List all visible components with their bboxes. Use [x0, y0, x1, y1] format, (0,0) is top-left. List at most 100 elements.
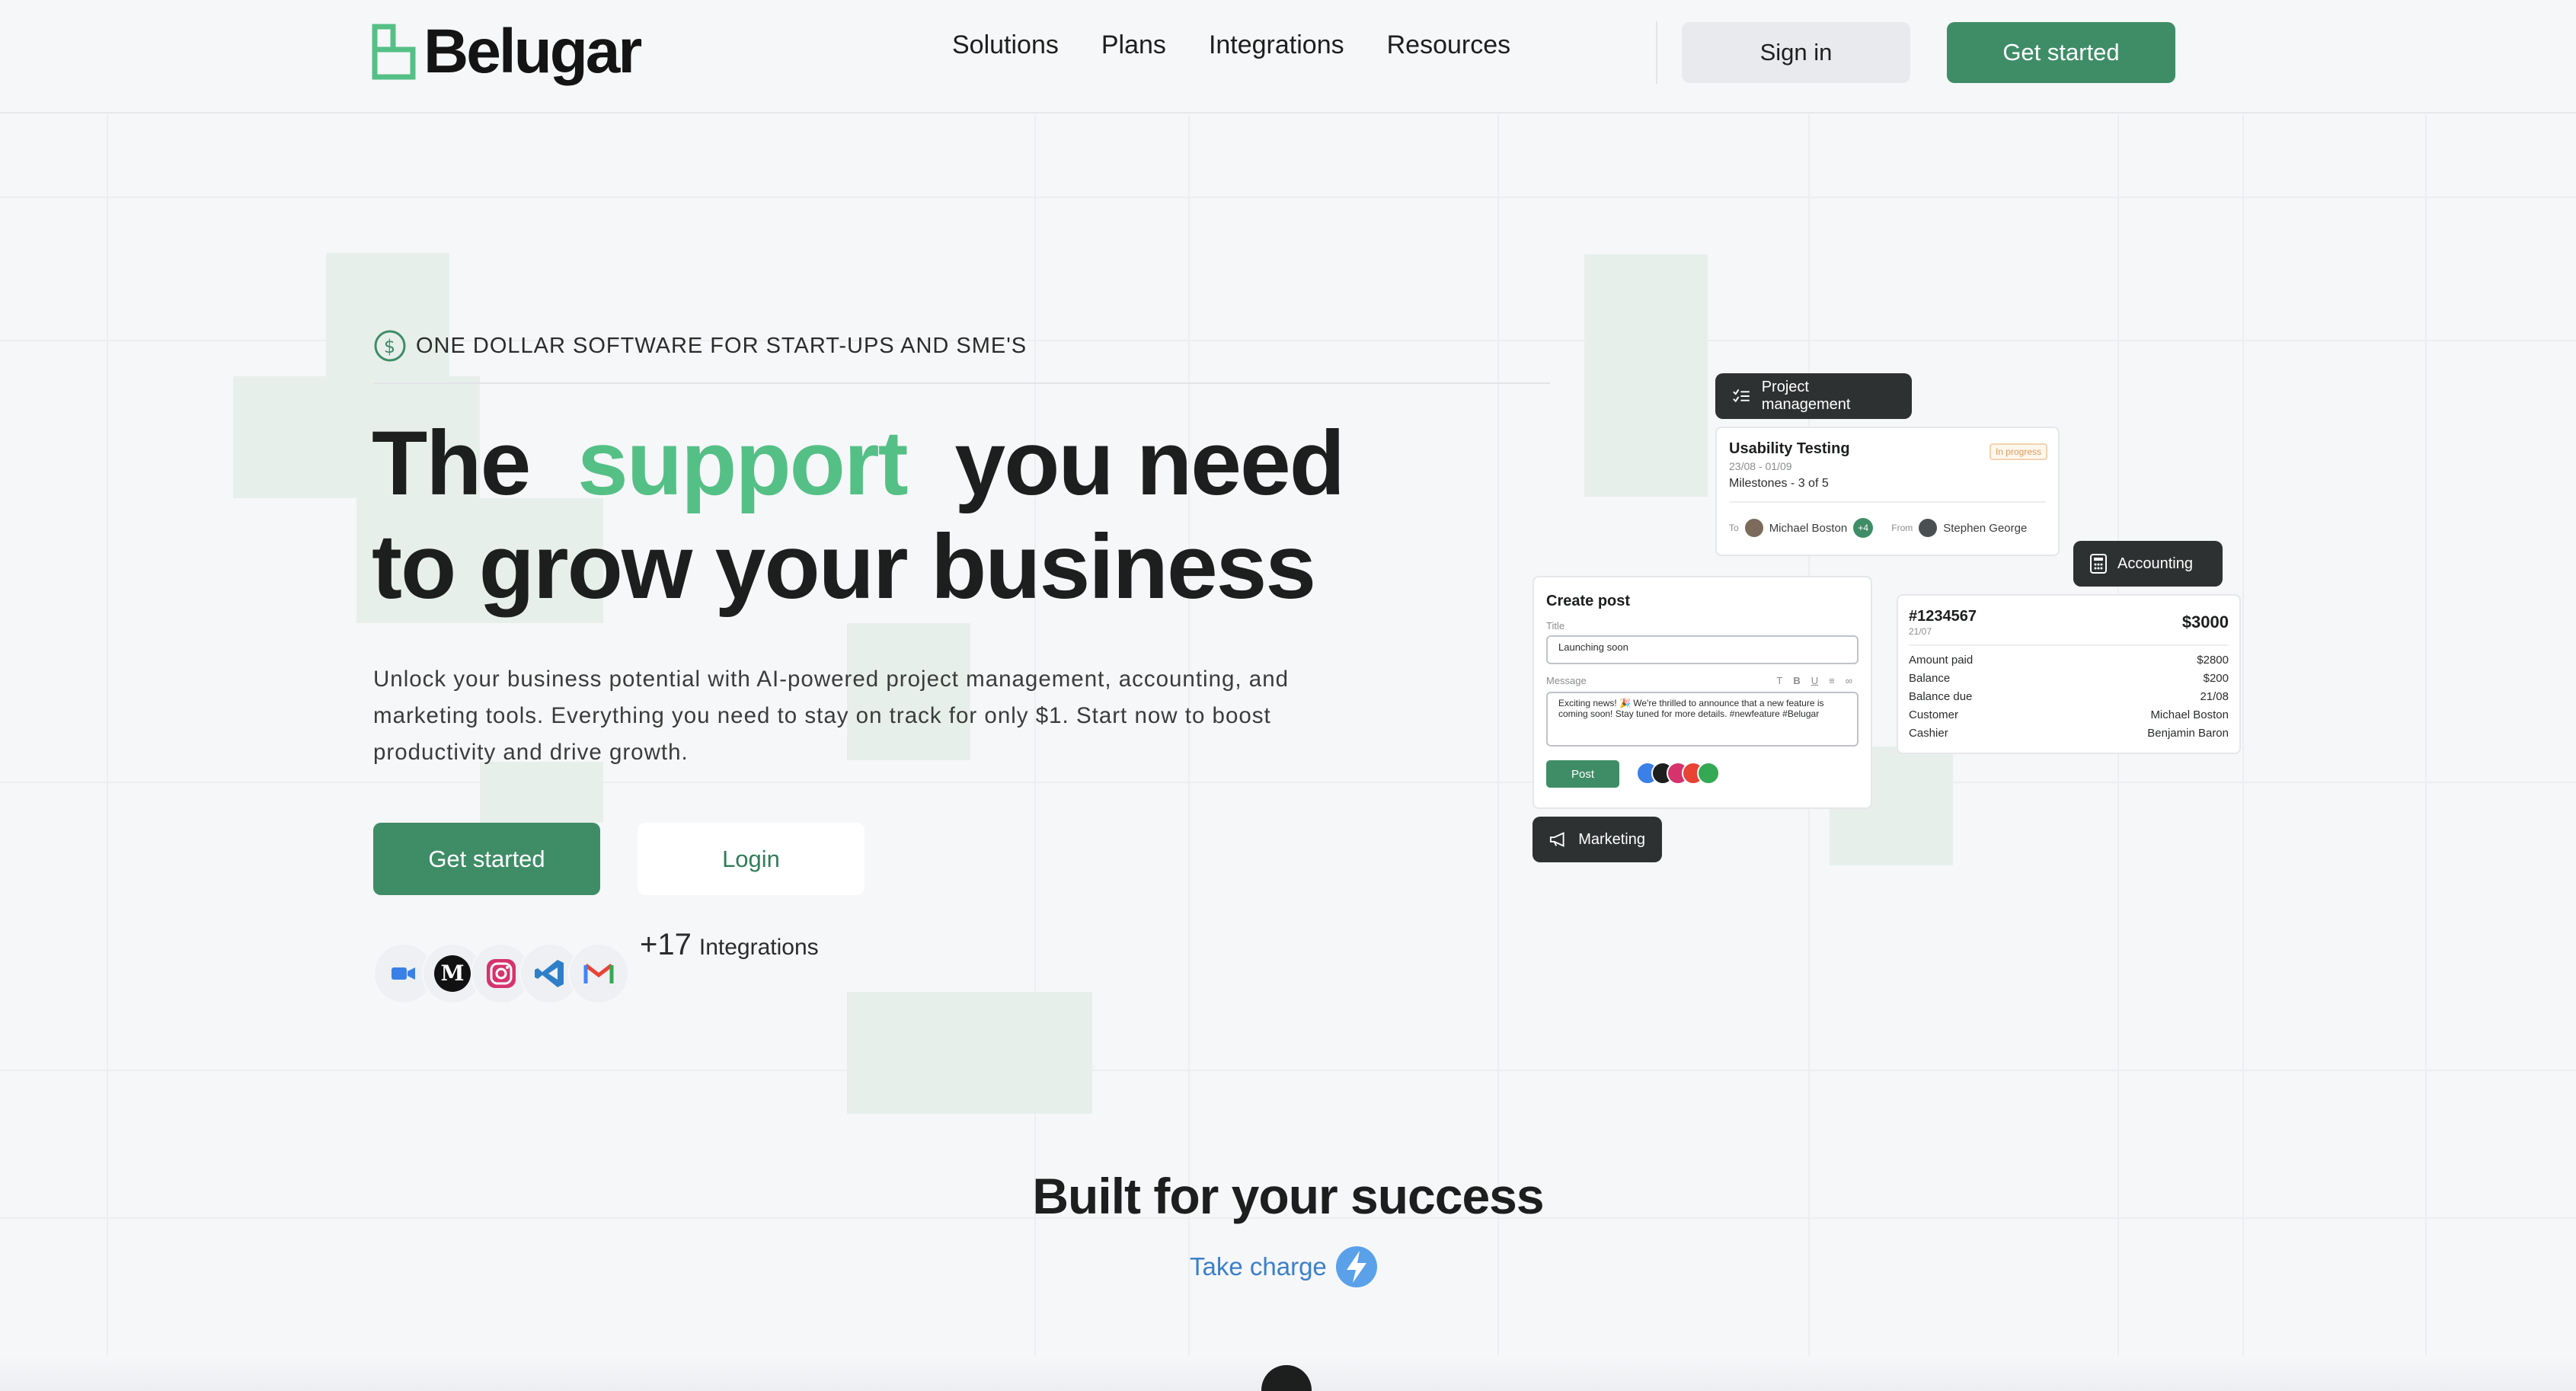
title-post: you need: [954, 412, 1345, 514]
row-label: Cashier: [1909, 727, 1948, 740]
row-value: $200: [2203, 672, 2229, 685]
link-icon[interactable]: ∞: [1846, 675, 1852, 686]
accounting-label: Accounting: [2117, 555, 2193, 572]
brand-logo[interactable]: Belugar: [372, 17, 642, 86]
from-name: Stephen George: [1943, 521, 2028, 535]
site-header: Belugar Solutions Plans Integrations Res…: [0, 0, 2576, 114]
avatar: [1744, 519, 1763, 537]
nav-integrations[interactable]: Integrations: [1209, 30, 1344, 60]
header-divider: [1656, 21, 1657, 84]
grid-line: [0, 197, 2576, 198]
sign-in-button[interactable]: Sign in: [1682, 22, 1910, 83]
invoice-id: #1234567: [1909, 608, 1977, 625]
dollar-circle-icon: $: [374, 330, 406, 362]
decor-square: [480, 762, 603, 823]
post-message-input[interactable]: Exciting news! 🎉 We're thrilled to annou…: [1546, 692, 1858, 747]
nav-solutions[interactable]: Solutions: [952, 30, 1059, 60]
project-assignment: To Michael Boston +4 From Stephen George: [1729, 518, 2027, 538]
post-title-input[interactable]: Launching soon: [1546, 635, 1858, 664]
whatsapp-icon[interactable]: [1697, 762, 1720, 785]
social-channel-icons: [1636, 762, 1720, 785]
invoice-row: Amount paid $2800: [1909, 654, 2229, 667]
hero-tagline: $ ONE DOLLAR SOFTWARE FOR START-UPS AND …: [373, 329, 1027, 363]
invoice-date: 21/07: [1909, 626, 1932, 637]
grid-line: [0, 1070, 2576, 1071]
project-card: Usability Testing In progress 23/08 - 01…: [1715, 427, 2060, 556]
svg-text:$: $: [384, 336, 396, 357]
row-label: Amount paid: [1909, 654, 1974, 667]
tagline-divider: [373, 382, 1550, 384]
take-charge-link[interactable]: Take charge: [1190, 1245, 1379, 1289]
title-pre: The: [372, 412, 531, 514]
logo-mark-icon: [372, 24, 416, 80]
project-dates: 23/08 - 01/09: [1729, 460, 1792, 472]
take-charge-label: Take charge: [1190, 1252, 1327, 1281]
project-management-pill: Project management: [1715, 373, 1912, 419]
decor-square: [1584, 254, 1708, 497]
list-icon[interactable]: ≡: [1829, 675, 1835, 686]
title-accent: support: [577, 412, 909, 514]
checklist-icon: [1733, 389, 1750, 403]
integration-count-number: +17: [640, 928, 692, 961]
invoice-row: Customer Michael Boston: [1909, 708, 2229, 721]
create-post-title: Create post: [1546, 593, 1631, 609]
marketing-pill: Marketing: [1532, 817, 1662, 862]
underline-icon[interactable]: U: [1811, 675, 1818, 686]
status-badge: In progress: [1989, 443, 2047, 460]
integration-count-label: Integrations: [698, 935, 819, 960]
brand-name: Belugar: [423, 17, 642, 86]
bold-icon[interactable]: B: [1793, 675, 1800, 686]
extra-assignees-badge: +4: [1853, 518, 1874, 538]
megaphone-icon: [1549, 832, 1564, 847]
invoice-row: Balance $200: [1909, 672, 2229, 685]
main-nav: Solutions Plans Integrations Resources: [952, 30, 1510, 60]
svg-text:M: M: [441, 961, 465, 986]
gmail-icon[interactable]: [568, 943, 629, 1004]
card-divider: [1729, 501, 2046, 503]
page: Belugar Solutions Plans Integrations Res…: [0, 0, 2576, 1391]
integration-count: +17 Integrations: [640, 928, 819, 962]
nav-plans[interactable]: Plans: [1101, 30, 1166, 60]
decor-square: [847, 992, 1092, 1114]
post-message-label: Message: [1546, 675, 1587, 686]
row-label: Customer: [1909, 708, 1959, 721]
invoice-row: Balance due 21/08: [1909, 690, 2229, 703]
row-value: Benjamin Baron: [2147, 727, 2229, 740]
nav-resources[interactable]: Resources: [1387, 30, 1511, 60]
project-title: Usability Testing: [1729, 440, 1850, 457]
formatting-toolbar: T B U ≡ ∞: [1776, 675, 1852, 686]
section-title: Built for your success: [1032, 1168, 1544, 1224]
calculator-icon: [2090, 554, 2107, 574]
to-label: To: [1729, 523, 1739, 533]
row-label: Balance due: [1909, 690, 1973, 703]
invoice-row: Cashier Benjamin Baron: [1909, 727, 2229, 740]
get-started-button[interactable]: Get started: [373, 823, 600, 895]
login-button[interactable]: Login: [638, 823, 865, 895]
integration-icons: M: [373, 943, 629, 1004]
hero-lead: Unlock your business potential with AI-p…: [373, 667, 1290, 765]
accounting-card: #1234567 21/07 $3000 Amount paid $2800 Ba…: [1897, 594, 2241, 754]
project-milestones: Milestones - 3 of 5: [1729, 477, 1829, 490]
create-post-card: Create post Title Launching soon Message…: [1532, 576, 1872, 809]
row-label: Balance: [1909, 672, 1951, 685]
title-line2: to grow your business: [372, 516, 1316, 618]
header-get-started-button[interactable]: Get started: [1947, 22, 2175, 83]
invoice-total: $3000: [2181, 612, 2229, 632]
row-value: $2800: [2197, 654, 2229, 667]
project-management-label: Project management: [1761, 379, 1851, 413]
card-divider: [1909, 644, 2229, 646]
to-name: Michael Boston: [1769, 521, 1848, 535]
text-format-icon[interactable]: T: [1776, 675, 1782, 686]
marketing-label: Marketing: [1578, 830, 1645, 848]
from-label: From: [1891, 523, 1913, 533]
row-value: 21/08: [2200, 690, 2229, 703]
accounting-pill: Accounting: [2073, 541, 2223, 587]
tagline-text: ONE DOLLAR SOFTWARE FOR START-UPS AND SM…: [416, 333, 1028, 358]
lightning-icon: [1335, 1246, 1377, 1287]
post-title-label: Title: [1546, 620, 1565, 632]
row-value: Michael Boston: [2150, 708, 2229, 721]
grid-line: [0, 782, 2576, 783]
hero-title: The support you need to grow your busine…: [372, 411, 1345, 619]
avatar: [1919, 519, 1938, 537]
post-button[interactable]: Post: [1546, 760, 1619, 788]
